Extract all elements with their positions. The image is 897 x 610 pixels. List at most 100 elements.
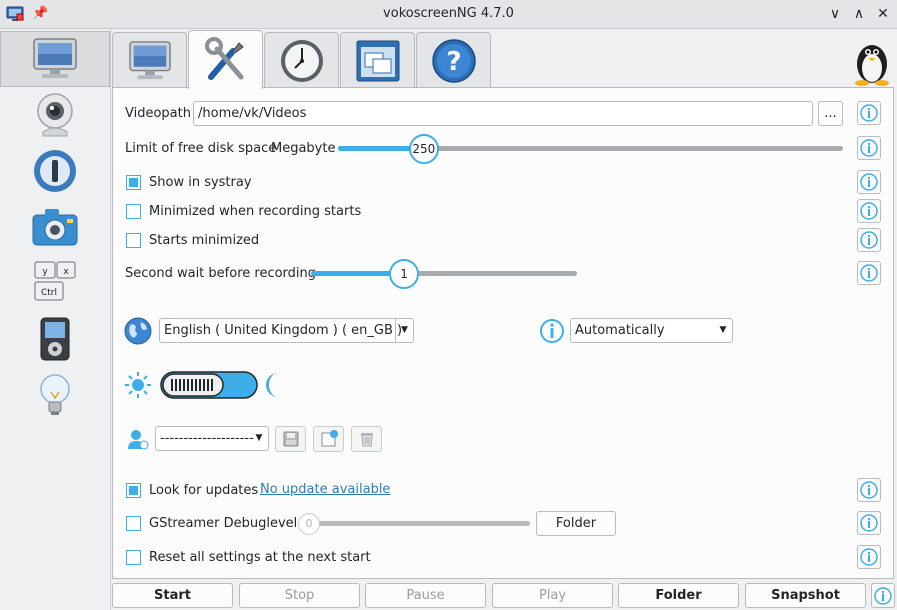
info-icon [860, 139, 878, 157]
style-select-value: Automatically [575, 323, 665, 338]
videopath-label: Videopath [125, 106, 191, 121]
starts-minimized-checkbox[interactable] [126, 233, 141, 248]
svg-text:x: x [63, 267, 69, 277]
gstreamer-checkbox[interactable] [126, 516, 141, 531]
sidebar-item-screen[interactable] [0, 31, 110, 87]
monitor-icon [33, 38, 77, 78]
pause-button[interactable]: Pause [365, 583, 486, 608]
update-link[interactable]: No update available [260, 482, 390, 497]
new-profile-button[interactable] [313, 426, 344, 452]
sidebar-item-keys[interactable]: y x Ctrl [0, 255, 110, 311]
disk-space-slider-handle[interactable]: 250 [408, 134, 439, 164]
look-updates-checkbox[interactable] [126, 483, 141, 498]
close-button[interactable]: ✕ [874, 5, 892, 23]
videopath-input[interactable]: /home/vk/Videos [193, 101, 813, 126]
info-button-minimized-recording[interactable] [857, 199, 881, 223]
show-systray-checkbox[interactable] [126, 175, 141, 190]
info-button-disk-space[interactable] [857, 136, 881, 160]
info-button-gstreamer[interactable] [857, 511, 881, 535]
tab-screen[interactable] [112, 32, 187, 88]
chevron-down-icon: ▼ [719, 325, 727, 335]
info-icon [860, 548, 878, 566]
sidebar: y x Ctrl [0, 29, 111, 610]
tab-help[interactable]: ? [416, 32, 491, 88]
info-icon [860, 202, 878, 220]
info-button-starts-minimized[interactable] [857, 228, 881, 252]
language-select-value: English ( United Kingdom ) ( en_GB ) [164, 323, 403, 338]
play-button[interactable]: Play [492, 583, 613, 608]
svg-text:Ctrl: Ctrl [41, 288, 57, 298]
info-icon [860, 173, 878, 191]
look-updates-label: Look for updates [149, 483, 259, 498]
player-icon [34, 150, 76, 192]
keyboard-keys-icon: y x Ctrl [34, 261, 76, 301]
media-player-icon [40, 317, 70, 361]
gstreamer-slider-track[interactable] [305, 521, 530, 526]
stop-button[interactable]: Stop [239, 583, 360, 608]
moon-icon [266, 373, 278, 397]
title-bar: 📌 vokoscreenNG 4.7.0 ∨ ∧ ✕ [0, 0, 897, 29]
maximize-button[interactable]: ∧ [850, 5, 868, 23]
style-select[interactable]: Automatically ▼ [570, 318, 733, 343]
chevron-down-icon: ▼ [395, 319, 413, 342]
wait-slider-handle[interactable]: 1 [389, 259, 420, 289]
new-profile-icon [321, 430, 338, 447]
gstreamer-folder-button[interactable]: Folder [536, 511, 616, 536]
gstreamer-slider-handle[interactable]: 0 [298, 513, 320, 535]
starts-minimized-label: Starts minimized [149, 233, 260, 248]
info-button-reset[interactable] [857, 545, 881, 569]
sidebar-item-tips[interactable] [0, 367, 110, 423]
svg-text:?: ? [446, 47, 461, 77]
tab-windows[interactable] [340, 32, 415, 88]
language-select[interactable]: English ( United Kingdom ) ( en_GB ) ▼ [159, 318, 414, 343]
info-button-updates[interactable] [857, 478, 881, 502]
info-icon [860, 104, 878, 122]
webcam-icon [37, 93, 73, 137]
reset-settings-checkbox[interactable] [126, 550, 141, 565]
wait-label: Second wait before recording [125, 266, 317, 281]
reset-settings-label: Reset all settings at the next start [149, 550, 371, 565]
help-icon: ? [431, 38, 476, 83]
sidebar-item-player[interactable] [0, 143, 110, 199]
sun-icon [125, 372, 151, 398]
user-profile-icon [128, 430, 149, 450]
info-button-wait[interactable] [857, 261, 881, 285]
tab-timer[interactable] [264, 32, 339, 88]
tux-logo-icon [855, 45, 889, 86]
save-icon [283, 431, 298, 447]
windows-icon [356, 40, 399, 81]
info-button-systray[interactable] [857, 170, 881, 194]
lightbulb-icon [40, 374, 70, 415]
minimized-recording-checkbox[interactable] [126, 204, 141, 219]
clock-icon [280, 39, 323, 82]
info-icon [860, 514, 878, 532]
tab-settings[interactable] [188, 30, 263, 89]
info-icon[interactable] [539, 318, 565, 344]
info-icon [860, 264, 878, 282]
dark-mode-toggle[interactable] [160, 371, 258, 399]
disk-space-unit: Megabyte [271, 141, 336, 156]
window-title: vokoscreenNG 4.7.0 [383, 6, 514, 21]
info-button-videopath[interactable] [857, 101, 881, 125]
sidebar-item-camera[interactable] [0, 199, 110, 255]
camera-icon [32, 209, 78, 246]
gstreamer-label: GStreamer Debuglevel [149, 516, 298, 531]
minimized-recording-label: Minimized when recording starts [149, 204, 362, 219]
sidebar-item-media-player[interactable] [0, 311, 110, 367]
disk-space-label: Limit of free disk space [125, 141, 277, 156]
save-profile-button[interactable] [275, 426, 306, 452]
sidebar-item-webcam[interactable] [0, 87, 110, 143]
snapshot-button[interactable]: Snapshot [745, 583, 866, 608]
monitor-icon [128, 40, 171, 79]
info-icon [874, 586, 892, 605]
browse-button[interactable]: ... [818, 101, 843, 126]
globe-icon [124, 317, 152, 345]
info-button-bottom[interactable] [871, 583, 895, 608]
profile-select[interactable]: -------------------- ▼ [155, 426, 269, 451]
start-button[interactable]: Start [112, 583, 233, 608]
delete-profile-button[interactable] [351, 426, 382, 452]
show-systray-label: Show in systray [149, 175, 252, 190]
folder-button[interactable]: Folder [618, 583, 739, 608]
minimize-button[interactable]: ∨ [826, 5, 844, 23]
trash-icon [360, 433, 373, 447]
